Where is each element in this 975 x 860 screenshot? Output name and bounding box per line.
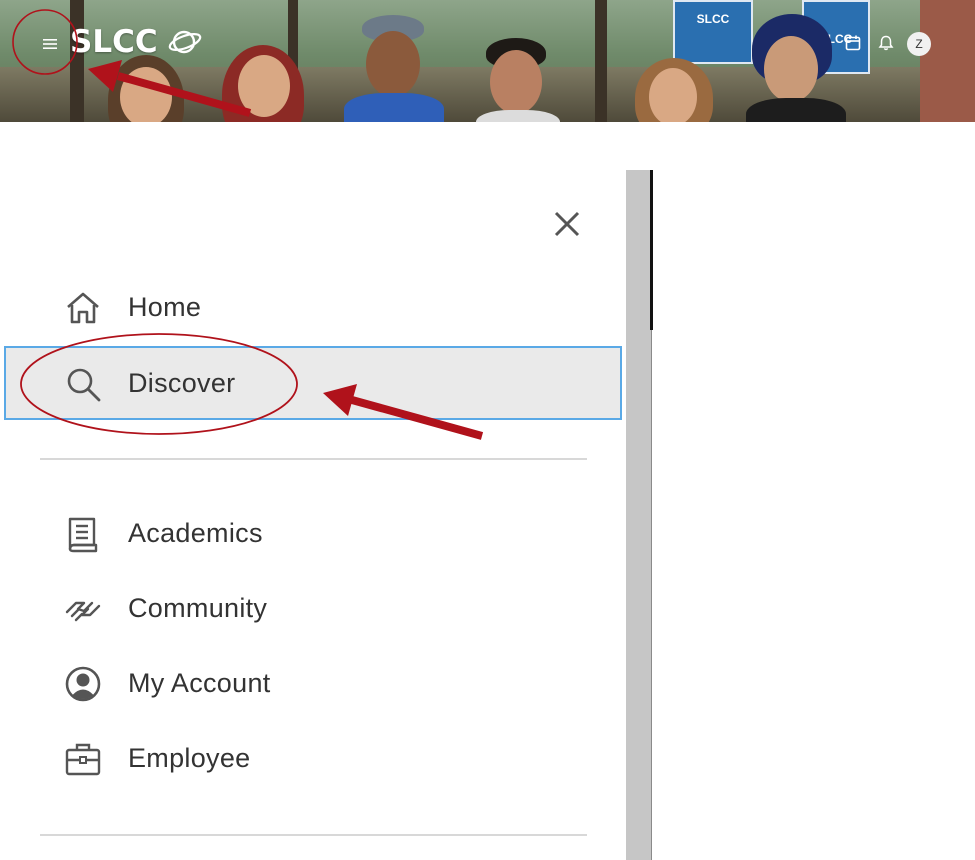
- scrollbar-edge: [651, 330, 652, 860]
- slcc-logo[interactable]: SLCC: [70, 24, 158, 60]
- drawer-divider: [40, 834, 587, 836]
- nav-item-label: Academics: [128, 517, 263, 548]
- close-drawer-button[interactable]: [548, 205, 586, 243]
- banner-tree: [70, 0, 84, 122]
- nav-item-home[interactable]: Home: [4, 272, 622, 342]
- nav-item-academics[interactable]: Academics: [4, 498, 622, 568]
- scrollbar-edge: [650, 170, 653, 330]
- home-icon: [67, 292, 99, 324]
- bell-icon[interactable]: [877, 34, 895, 52]
- nav-item-label: Home: [128, 291, 202, 322]
- nav-item-discover[interactable]: Discover: [4, 346, 622, 420]
- account-circle-icon: [65, 666, 101, 702]
- banner-building: [920, 0, 975, 122]
- briefcase-icon: [65, 743, 101, 776]
- close-icon: [554, 211, 580, 237]
- drawer-divider: [40, 458, 587, 460]
- handshake-icon: [65, 601, 101, 622]
- nav-item-label: Employee: [128, 742, 251, 773]
- user-avatar-button[interactable]: Z: [907, 32, 931, 56]
- hamburger-icon: [43, 39, 57, 49]
- search-icon: [67, 368, 101, 402]
- hamburger-menu-button[interactable]: [36, 30, 64, 58]
- banner-flag: SLCC: [673, 0, 753, 64]
- nav-item-label: Discover: [128, 367, 236, 398]
- banner-tree: [595, 0, 607, 122]
- header-banner: SLCC SLCC SLCC Z: [0, 0, 975, 122]
- calendar-icon[interactable]: [844, 34, 862, 52]
- drawer-scrollbar[interactable]: [626, 170, 652, 860]
- logo-globe-icon: [168, 30, 202, 54]
- nav-item-community[interactable]: Community: [4, 573, 622, 643]
- nav-item-my-account[interactable]: My Account: [4, 648, 622, 718]
- nav-item-label: Community: [128, 592, 268, 623]
- book-icon: [68, 517, 98, 553]
- nav-item-employee[interactable]: Employee: [4, 723, 622, 793]
- nav-item-label: My Account: [128, 667, 271, 698]
